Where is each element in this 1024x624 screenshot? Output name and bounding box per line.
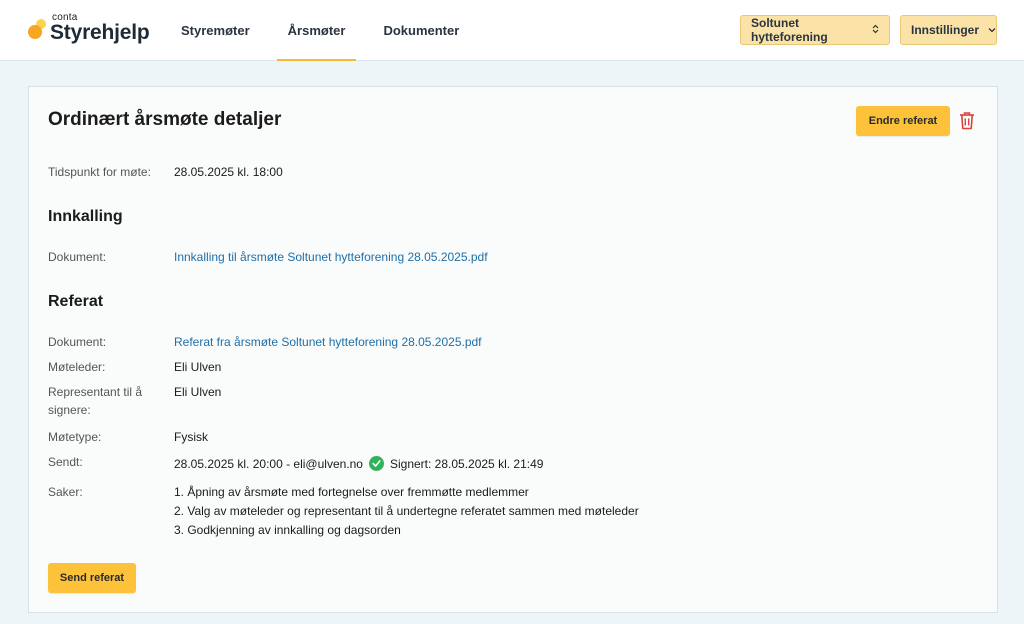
referat-document-link[interactable]: Referat fra årsmøte Soltunet hytteforeni… — [174, 333, 482, 351]
sendt-label: Sendt: — [48, 455, 83, 469]
main-nav: Styremøter Årsmøter Dokumenter — [170, 0, 486, 61]
edit-minutes-button[interactable]: Endre referat — [856, 106, 950, 136]
meeting-time-value: 28.05.2025 kl. 18:00 — [174, 165, 283, 179]
list-item: 1. Åpning av årsmøte med fortegnelse ove… — [174, 485, 529, 499]
innkalling-document-label: Dokument: — [48, 250, 107, 264]
list-item: 3. Godkjenning av innkalling og dagsorde… — [174, 523, 401, 537]
settings-menu[interactable]: Innstillinger — [900, 15, 997, 45]
top-bar: conta Styrehjelp Styremøter Årsmøter Dok… — [0, 0, 1024, 61]
list-item: 2. Valg av møteleder og representant til… — [174, 504, 639, 518]
innkalling-document-link[interactable]: Innkalling til årsmøte Soltunet hyttefor… — [174, 248, 488, 266]
nav-item-dokumenter[interactable]: Dokumenter — [372, 0, 470, 61]
nav-item-styremoter[interactable]: Styremøter — [170, 0, 261, 61]
moteleder-value: Eli Ulven — [174, 360, 222, 374]
section-title-innkalling: Innkalling — [48, 208, 123, 225]
meeting-details-card: Ordinært årsmøte detaljer Endre referat … — [28, 86, 998, 613]
logo[interactable]: conta Styrehjelp — [28, 12, 158, 48]
chevron-down-icon — [988, 25, 996, 35]
chevron-updown-icon — [872, 24, 879, 36]
saker-label: Saker: — [48, 485, 83, 499]
motetype-label: Møtetype: — [48, 430, 102, 444]
referat-document-label: Dokument: — [48, 335, 107, 349]
organization-select[interactable]: Soltunet hytteforening — [740, 15, 890, 45]
nav-item-arsmoter[interactable]: Årsmøter — [276, 0, 357, 61]
signed-status: Signert: 28.05.2025 kl. 21:49 — [389, 457, 544, 471]
moteleder-label: Møteleder: — [48, 360, 106, 374]
send-minutes-button[interactable]: Send referat — [48, 563, 136, 593]
motetype-value: Fysisk — [174, 430, 208, 444]
sendt-value: 28.05.2025 kl. 20:00 - eli@ulven.no — [174, 457, 363, 471]
representant-label: Representant til å signere: — [48, 385, 143, 417]
settings-menu-label: Innstillinger — [911, 23, 980, 37]
page-title: Ordinært årsmøte detaljer — [48, 109, 282, 130]
logo-mark — [28, 25, 42, 39]
representant-value: Eli Ulven — [174, 385, 222, 399]
organization-select-value: Soltunet hytteforening — [751, 16, 828, 44]
sendt-value-row: 28.05.2025 kl. 20:00 - eli@ulven.no Signe… — [174, 455, 543, 473]
section-title-referat: Referat — [48, 293, 104, 310]
logo-text: Styrehjelp — [50, 21, 150, 44]
check-circle-icon — [368, 456, 384, 471]
meeting-time-label: Tidspunkt for møte: — [48, 165, 151, 179]
saker-list: 1. Åpning av årsmøte med fortegnelse ove… — [174, 483, 639, 540]
trash-icon[interactable] — [959, 111, 977, 131]
